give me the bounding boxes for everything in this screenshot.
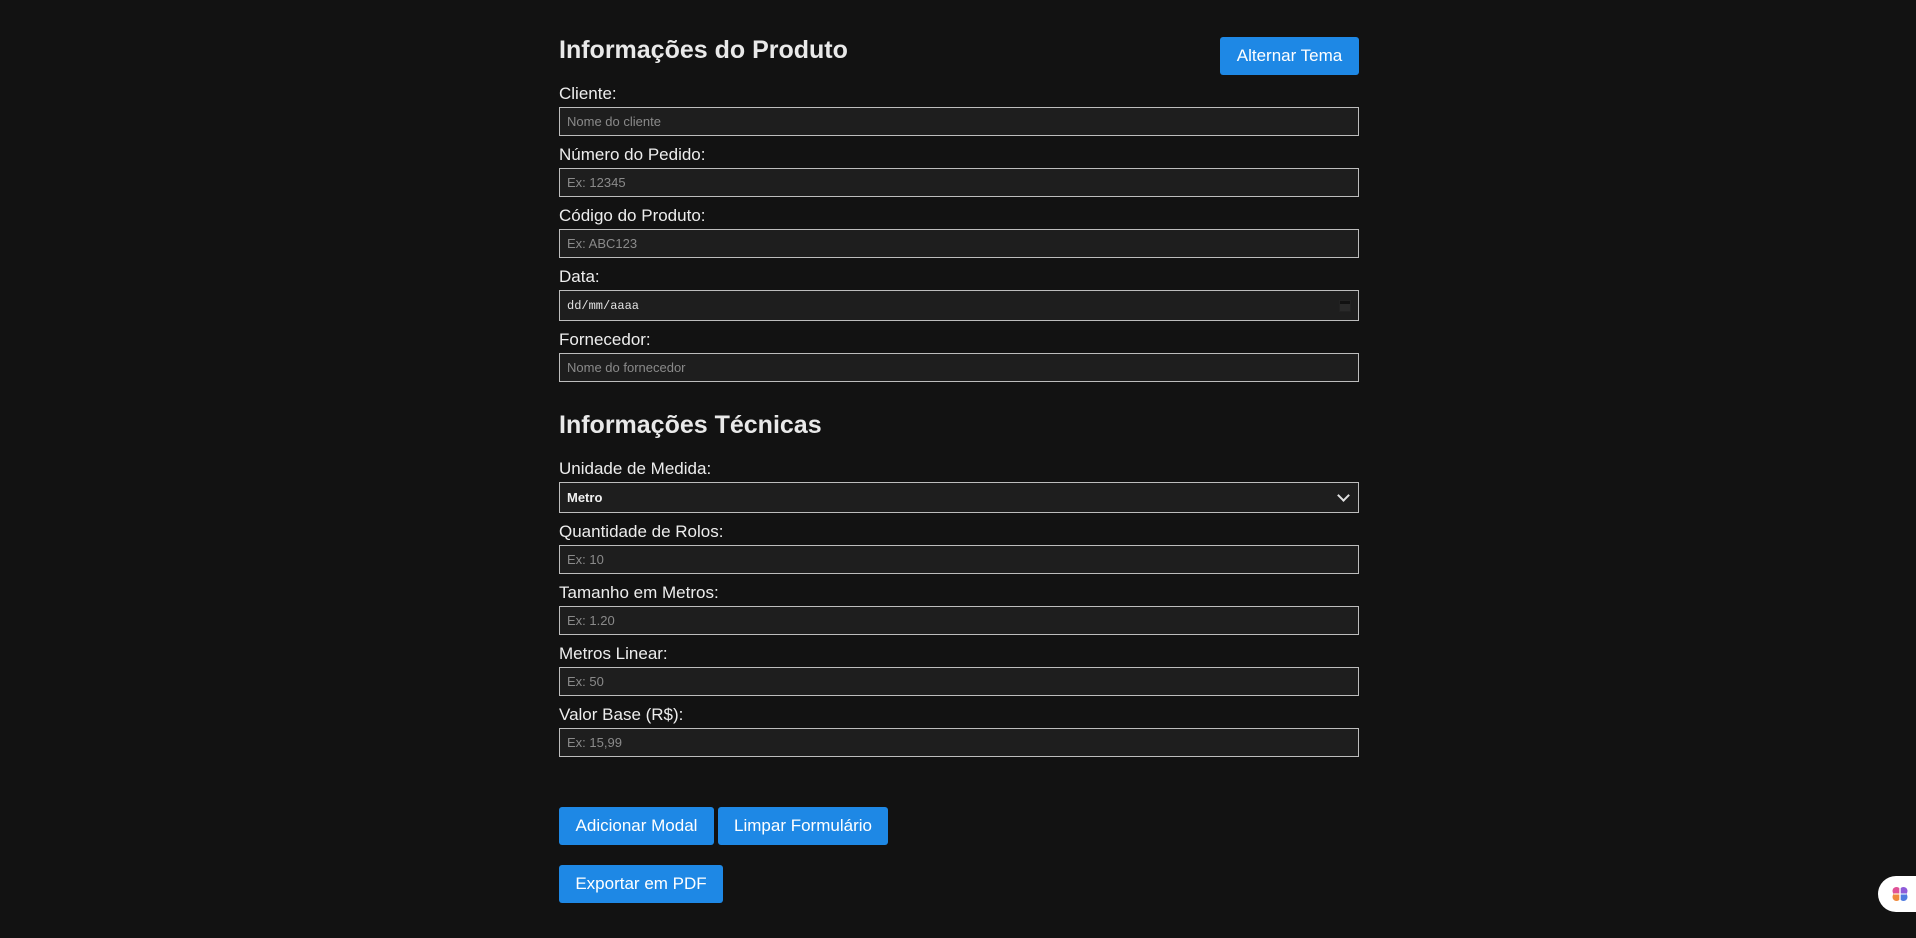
data-label: Data: — [559, 267, 600, 286]
unidade-medida-selected: Metro — [567, 490, 603, 505]
quantidade-rolos-input[interactable] — [559, 545, 1359, 574]
unidade-medida-select[interactable]: Metro — [559, 482, 1359, 513]
date-input[interactable]: dd/mm/aaaa — [559, 290, 1359, 321]
export-pdf-button[interactable]: Exportar em PDF — [559, 865, 723, 903]
cliente-input[interactable] — [559, 107, 1359, 136]
metros-linear-label: Metros Linear: — [559, 644, 668, 663]
numero-pedido-label: Número do Pedido: — [559, 145, 706, 164]
metros-linear-input[interactable] — [559, 667, 1359, 696]
date-input-value: dd/mm/aaaa — [567, 298, 640, 313]
tamanho-metros-input[interactable] — [559, 606, 1359, 635]
page: Alternar Tema Informações do Produto Cli… — [0, 0, 1916, 938]
fornecedor-input[interactable] — [559, 353, 1359, 382]
chevron-down-icon — [1337, 489, 1350, 502]
assistant-widget[interactable] — [1878, 876, 1916, 912]
brain-icon — [1892, 887, 1908, 901]
quantidade-rolos-label: Quantidade de Rolos: — [559, 522, 724, 541]
valor-base-label: Valor Base (R$): — [559, 705, 684, 724]
tamanho-metros-label: Tamanho em Metros: — [559, 583, 719, 602]
unidade-medida-label: Unidade de Medida: — [559, 459, 712, 478]
codigo-produto-input[interactable] — [559, 229, 1359, 258]
fornecedor-label: Fornecedor: — [559, 330, 651, 349]
add-modal-button[interactable]: Adicionar Modal — [559, 807, 714, 845]
codigo-produto-label: Código do Produto: — [559, 206, 706, 225]
product-section-title: Informações do Produto — [559, 36, 848, 64]
clear-form-button[interactable]: Limpar Formulário — [718, 807, 888, 845]
cliente-label: Cliente: — [559, 84, 617, 103]
calendar-icon[interactable] — [1339, 299, 1351, 312]
technical-section-title: Informações Técnicas — [559, 411, 822, 439]
toggle-theme-button[interactable]: Alternar Tema — [1220, 37, 1359, 75]
valor-base-input[interactable] — [559, 728, 1359, 757]
numero-pedido-input[interactable] — [559, 168, 1359, 197]
